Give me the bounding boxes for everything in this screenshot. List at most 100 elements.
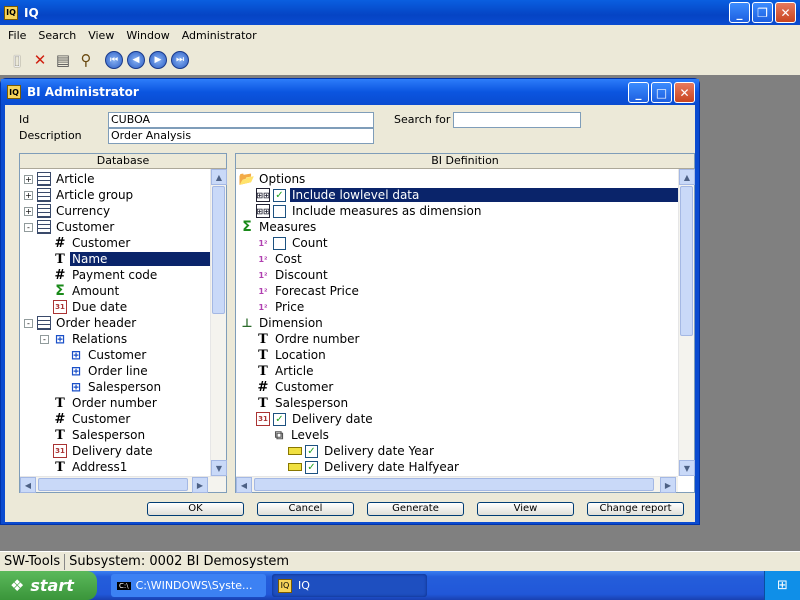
tree-row[interactable]: T Ordre number bbox=[256, 331, 362, 347]
dialog-close-button[interactable]: ✕ bbox=[674, 82, 695, 103]
scroll-up-icon[interactable]: ▲ bbox=[211, 169, 227, 185]
scroll-left-icon[interactable]: ◀ bbox=[20, 477, 36, 493]
checkbox[interactable]: ✓ bbox=[305, 460, 318, 474]
tree-row[interactable]: 📂 Options bbox=[239, 171, 307, 187]
tree-row[interactable]: # Customer bbox=[53, 411, 132, 427]
tree-row[interactable]: ⊞⊞ Include measures as dimension bbox=[256, 203, 483, 219]
checkbox[interactable]: ✓ bbox=[305, 444, 318, 458]
ok-button[interactable]: OK bbox=[147, 502, 244, 516]
tree-row[interactable]: # Customer bbox=[53, 235, 132, 251]
first-icon[interactable]: ⏮ bbox=[105, 51, 123, 69]
change-report-button[interactable]: Change report bbox=[587, 502, 684, 516]
menu-search[interactable]: Search bbox=[32, 29, 82, 42]
maximize-button[interactable]: ❐ bbox=[752, 2, 773, 23]
scroll-thumb[interactable] bbox=[254, 478, 654, 491]
dialog-minimize-button[interactable]: _ bbox=[628, 82, 649, 103]
tree-row[interactable]: T Address1 bbox=[53, 459, 129, 475]
tree-row[interactable]: ✓ Delivery date Halfyear bbox=[288, 459, 461, 475]
tree-row[interactable]: T Location bbox=[256, 347, 328, 363]
generate-button[interactable]: Generate bbox=[367, 502, 464, 516]
print-icon[interactable]: ▤ bbox=[52, 49, 74, 71]
tree-row[interactable]: T Order number bbox=[53, 395, 159, 411]
tree-row[interactable]: 31 ✓ Delivery date bbox=[256, 411, 375, 427]
tree-row[interactable]: ⊞⊞ ✓ Include lowlevel data bbox=[256, 187, 678, 203]
checkbox[interactable] bbox=[273, 236, 286, 250]
collapse-icon[interactable]: - bbox=[40, 334, 49, 344]
expand-icon[interactable]: + bbox=[24, 174, 33, 184]
expand-icon[interactable]: + bbox=[24, 206, 33, 216]
checkbox[interactable]: ✓ bbox=[273, 188, 286, 202]
scroll-thumb[interactable] bbox=[38, 478, 188, 491]
tree-row[interactable]: - ⊞ Relations bbox=[40, 331, 129, 347]
tree-row[interactable]: + Currency bbox=[24, 203, 112, 219]
tree-row[interactable]: Σ Amount bbox=[53, 283, 121, 299]
database-hscroll[interactable]: ◀ ▶ bbox=[20, 476, 226, 493]
delete-icon[interactable]: ✕ bbox=[29, 49, 51, 71]
tree-row[interactable]: 1² Forecast Price bbox=[256, 283, 361, 299]
scroll-right-icon[interactable]: ▶ bbox=[660, 477, 676, 493]
checkbox[interactable] bbox=[273, 204, 286, 218]
tree-row[interactable]: # Payment code bbox=[53, 267, 159, 283]
tree-row[interactable]: 31 Delivery date bbox=[53, 443, 155, 459]
close-button[interactable]: ✕ bbox=[775, 2, 796, 23]
menu-window[interactable]: Window bbox=[120, 29, 175, 42]
taskbar-item-iq[interactable]: IQ IQ bbox=[272, 574, 427, 597]
tree-row[interactable]: ⊥ Dimension bbox=[240, 315, 325, 331]
tree-row[interactable]: T Name bbox=[53, 251, 210, 267]
menu-view[interactable]: View bbox=[82, 29, 120, 42]
database-vscroll[interactable]: ▲ ▼ bbox=[210, 169, 227, 476]
bi-hscroll[interactable]: ◀ ▶ bbox=[236, 476, 678, 493]
scroll-right-icon[interactable]: ▶ bbox=[192, 477, 208, 493]
main-title-bar[interactable]: IQ IQ _ ❐ ✕ bbox=[0, 0, 800, 25]
tree-row[interactable]: - Customer bbox=[24, 219, 116, 235]
scroll-down-icon[interactable]: ▼ bbox=[679, 460, 695, 476]
tree-row[interactable]: ⊞ Customer bbox=[69, 347, 148, 363]
taskbar-item-cmd[interactable]: C:\ C:\WINDOWS\Syste... bbox=[111, 574, 266, 597]
view-button[interactable]: View bbox=[477, 502, 574, 516]
bi-vscroll[interactable]: ▲ ▼ bbox=[678, 169, 695, 476]
menu-file[interactable]: File bbox=[2, 29, 32, 42]
tree-row[interactable]: + Article group bbox=[24, 187, 135, 203]
menu-administrator[interactable]: Administrator bbox=[176, 29, 263, 42]
previous-icon[interactable]: ◀ bbox=[127, 51, 145, 69]
tree-row[interactable]: 1² Cost bbox=[256, 251, 304, 267]
scroll-down-icon[interactable]: ▼ bbox=[211, 460, 227, 476]
scroll-thumb[interactable] bbox=[680, 186, 693, 336]
collapse-icon[interactable]: - bbox=[24, 318, 33, 328]
network-icon[interactable]: ⊞ bbox=[777, 578, 788, 593]
expand-icon[interactable]: + bbox=[24, 190, 33, 200]
tree-row[interactable]: ✓ Delivery date Year bbox=[288, 443, 436, 459]
checkbox[interactable]: ✓ bbox=[273, 412, 286, 426]
tree-row[interactable]: # Customer bbox=[256, 379, 335, 395]
bi-definition-tree[interactable]: 📂 Options ⊞⊞ ✓ Include lowlevel data ⊞⊞ Includ… bbox=[236, 169, 678, 476]
tree-row[interactable]: T Salesperson bbox=[256, 395, 350, 411]
cancel-button[interactable]: Cancel bbox=[257, 502, 354, 516]
last-icon[interactable]: ⏭ bbox=[171, 51, 189, 69]
database-tree[interactable]: + Article + Article group + Currency - Customer… bbox=[20, 169, 210, 476]
description-field[interactable]: Order Analysis bbox=[108, 128, 374, 144]
start-button[interactable]: ❖ start bbox=[0, 571, 97, 600]
search-icon[interactable]: ⚲ bbox=[75, 49, 97, 71]
tree-row[interactable]: ⊞ Salesperson bbox=[69, 379, 163, 395]
tree-row[interactable]: 1² Discount bbox=[256, 267, 330, 283]
search-input[interactable] bbox=[453, 112, 581, 128]
tree-row[interactable]: T Article bbox=[256, 363, 316, 379]
scroll-left-icon[interactable]: ◀ bbox=[236, 477, 252, 493]
tree-row[interactable]: - Order header bbox=[24, 315, 138, 331]
tree-row[interactable]: 1² Price bbox=[256, 299, 306, 315]
scroll-thumb[interactable] bbox=[212, 186, 225, 314]
tree-row[interactable]: 1² Count bbox=[256, 235, 330, 251]
tree-row[interactable]: + Article bbox=[24, 171, 97, 187]
scroll-up-icon[interactable]: ▲ bbox=[679, 169, 695, 185]
new-icon[interactable]: ▯ bbox=[6, 49, 28, 71]
dialog-maximize-button[interactable]: □ bbox=[651, 82, 672, 103]
tree-row[interactable]: Σ Measures bbox=[240, 219, 318, 235]
id-field[interactable]: CUBOA bbox=[108, 112, 374, 128]
tree-row[interactable]: T Salesperson bbox=[53, 427, 147, 443]
minimize-button[interactable]: _ bbox=[729, 2, 750, 23]
tree-row[interactable]: ⊞ Order line bbox=[69, 363, 150, 379]
tree-row[interactable]: ⧉ Levels bbox=[272, 427, 331, 443]
collapse-icon[interactable]: - bbox=[24, 222, 33, 232]
tree-row[interactable]: 31 Due date bbox=[53, 299, 129, 315]
dialog-title-bar[interactable]: IQ BI Administrator _ □ ✕ bbox=[1, 79, 699, 105]
